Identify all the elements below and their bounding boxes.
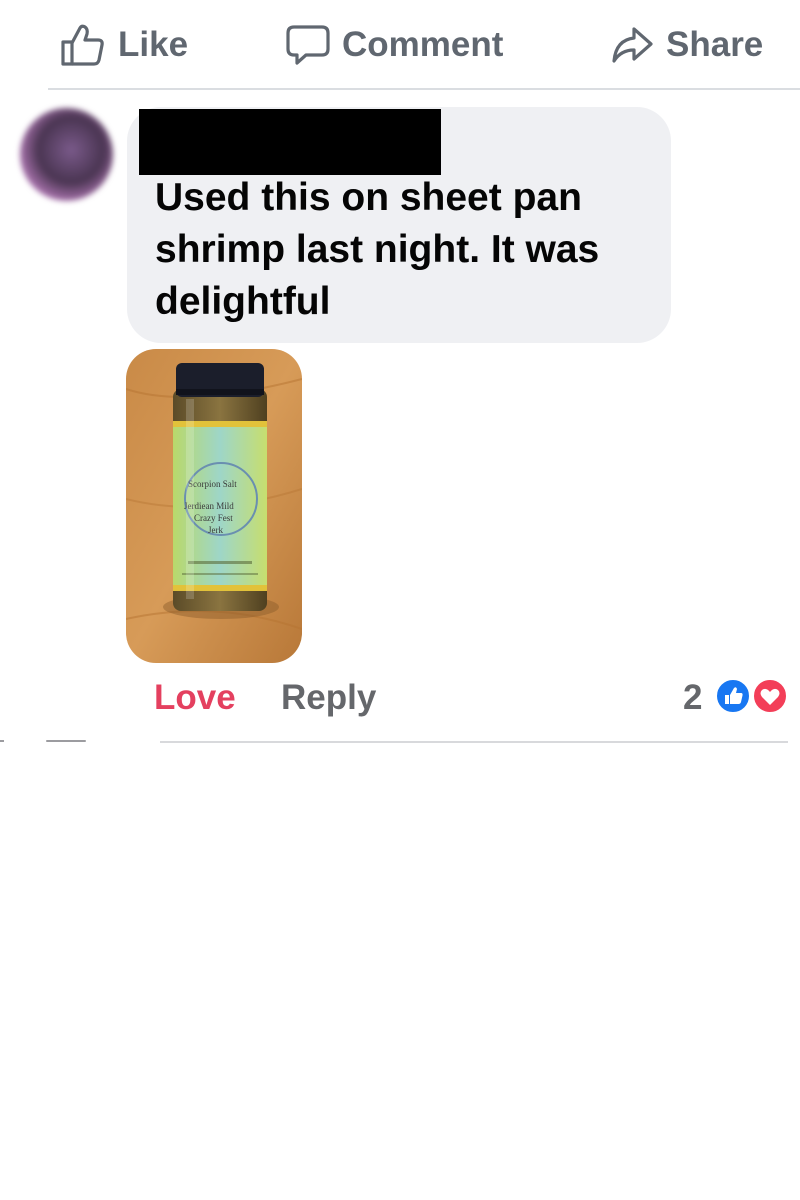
like-button-label: Like [118, 25, 189, 64]
redacted-author-name [139, 109, 441, 175]
share-arrow-icon [610, 23, 654, 67]
like-button[interactable]: Like [60, 20, 188, 70]
like-reaction-icon [715, 678, 751, 714]
post-action-bar: Like Comment Share [0, 0, 800, 88]
love-reaction-button[interactable]: Love [154, 678, 236, 718]
left-edge-mark [0, 740, 4, 742]
share-button-label: Share [666, 25, 764, 64]
reaction-count[interactable]: 2 [683, 678, 702, 718]
photo-label-line2: Crazy Fest [194, 513, 233, 523]
comment-photo[interactable]: Scorpion Salt Jerdiean Mild Crazy Fest J… [126, 349, 302, 663]
next-comment-avatar-edge [46, 740, 86, 742]
photo-label-line3: Jerk [208, 525, 223, 535]
next-comment-divider [160, 741, 788, 743]
share-button[interactable]: Share [610, 20, 763, 70]
comment-text: Used this on sheet pan shrimp last night… [155, 176, 600, 323]
commenter-avatar[interactable] [20, 108, 113, 201]
reply-button[interactable]: Reply [281, 678, 376, 718]
comment-button[interactable]: Comment [286, 20, 503, 70]
thumbs-up-outline-icon [60, 23, 106, 67]
speech-bubble-icon [286, 23, 330, 67]
action-bar-divider [48, 88, 800, 90]
comment-button-label: Comment [342, 25, 504, 64]
comment-actions: Love Reply 2 [0, 672, 800, 728]
photo-label-brand: Scorpion Salt [188, 479, 237, 489]
love-reaction-icon [752, 678, 788, 714]
